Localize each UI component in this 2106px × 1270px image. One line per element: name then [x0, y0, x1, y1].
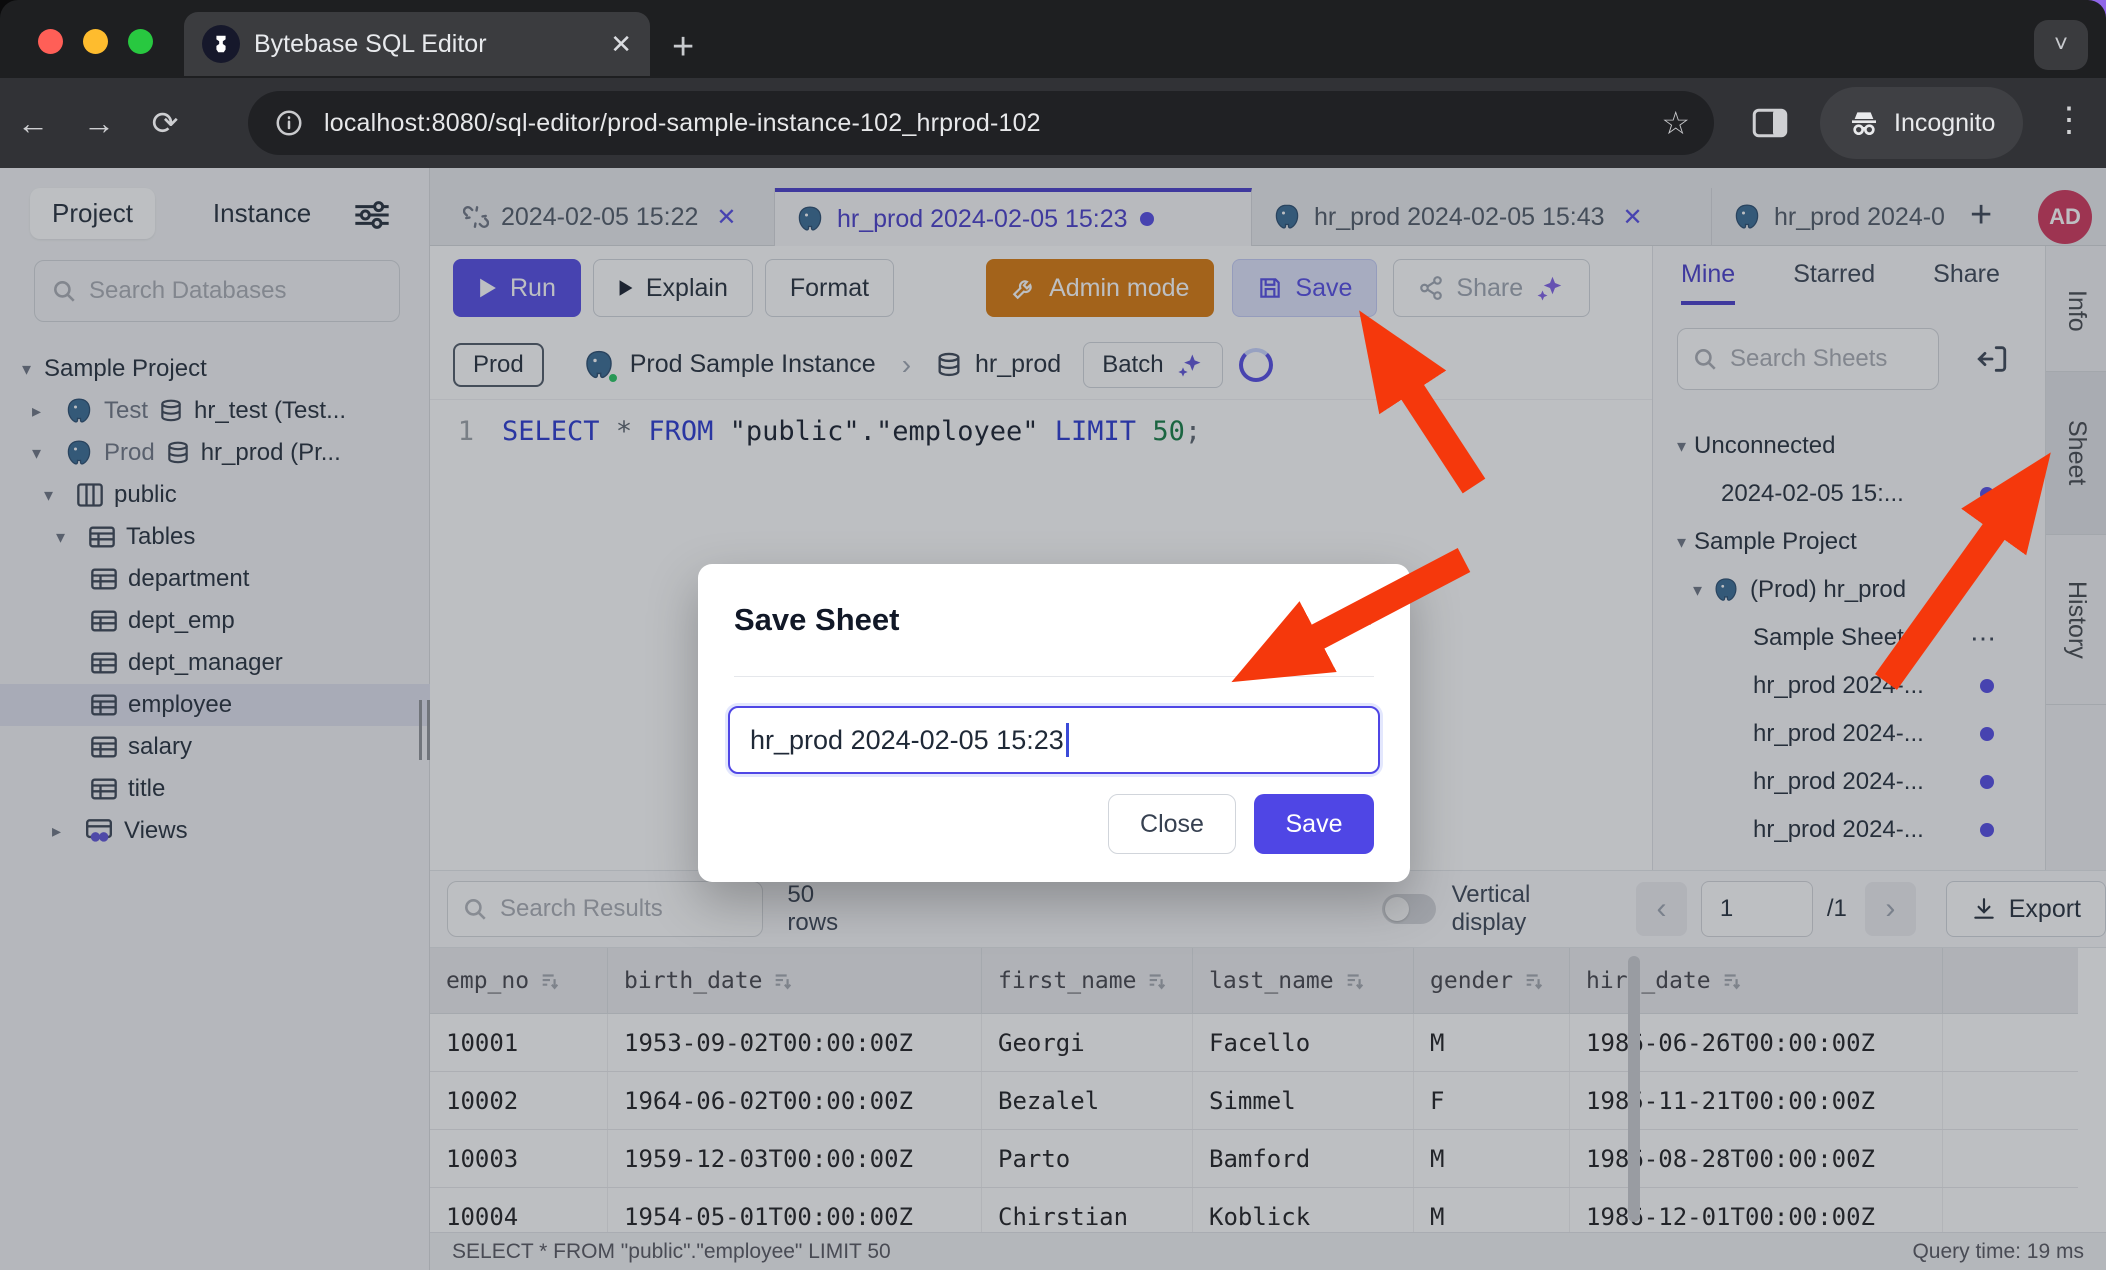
tab-close-icon[interactable]: ✕ — [610, 29, 632, 60]
browser-tab-title: Bytebase SQL Editor — [254, 30, 596, 59]
url-text: localhost:8080/sql-editor/prod-sample-in… — [324, 109, 1041, 138]
incognito-badge: Incognito — [1820, 87, 2023, 159]
address-bar[interactable]: localhost:8080/sql-editor/prod-sample-in… — [248, 91, 1714, 155]
modal-save-button[interactable]: Save — [1254, 794, 1374, 854]
forward-icon[interactable]: → — [66, 105, 132, 142]
browser-chrome: Bytebase SQL Editor ✕ + ˅ ← → ⟳ localhos… — [0, 0, 2106, 168]
new-tab-button[interactable]: + — [672, 26, 694, 69]
divider — [734, 676, 1374, 677]
bookmark-star-icon[interactable]: ☆ — [1661, 104, 1690, 142]
bytebase-favicon — [202, 25, 240, 63]
modal-close-button[interactable]: Close — [1108, 794, 1236, 854]
side-panel-icon[interactable] — [1752, 108, 1788, 138]
modal-title: Save Sheet — [734, 602, 899, 638]
reload-icon[interactable]: ⟳ — [132, 104, 198, 142]
site-info-icon[interactable] — [274, 108, 304, 138]
window-close-button[interactable] — [38, 29, 63, 54]
window-zoom-button[interactable] — [128, 29, 153, 54]
browser-toolbar: ← → ⟳ localhost:8080/sql-editor/prod-sam… — [0, 78, 2106, 168]
window-minimize-button[interactable] — [83, 29, 108, 54]
back-icon[interactable]: ← — [0, 105, 66, 142]
browser-menu-icon[interactable]: ⋮ — [2052, 100, 2086, 140]
text-caret — [1066, 723, 1069, 757]
save-sheet-modal: Save Sheet ✕ hr_prod 2024-02-05 15:23 Cl… — [698, 564, 1410, 882]
incognito-icon — [1848, 109, 1880, 137]
tab-list-chevron-icon[interactable]: ˅ — [2034, 20, 2088, 70]
modal-close-icon[interactable]: ✕ — [1351, 600, 1376, 635]
incognito-label: Incognito — [1894, 109, 1995, 138]
sheet-name-value: hr_prod 2024-02-05 15:23 — [750, 725, 1064, 756]
save-sheet-input[interactable]: hr_prod 2024-02-05 15:23 — [728, 706, 1380, 774]
browser-tab[interactable]: Bytebase SQL Editor ✕ — [184, 12, 650, 76]
